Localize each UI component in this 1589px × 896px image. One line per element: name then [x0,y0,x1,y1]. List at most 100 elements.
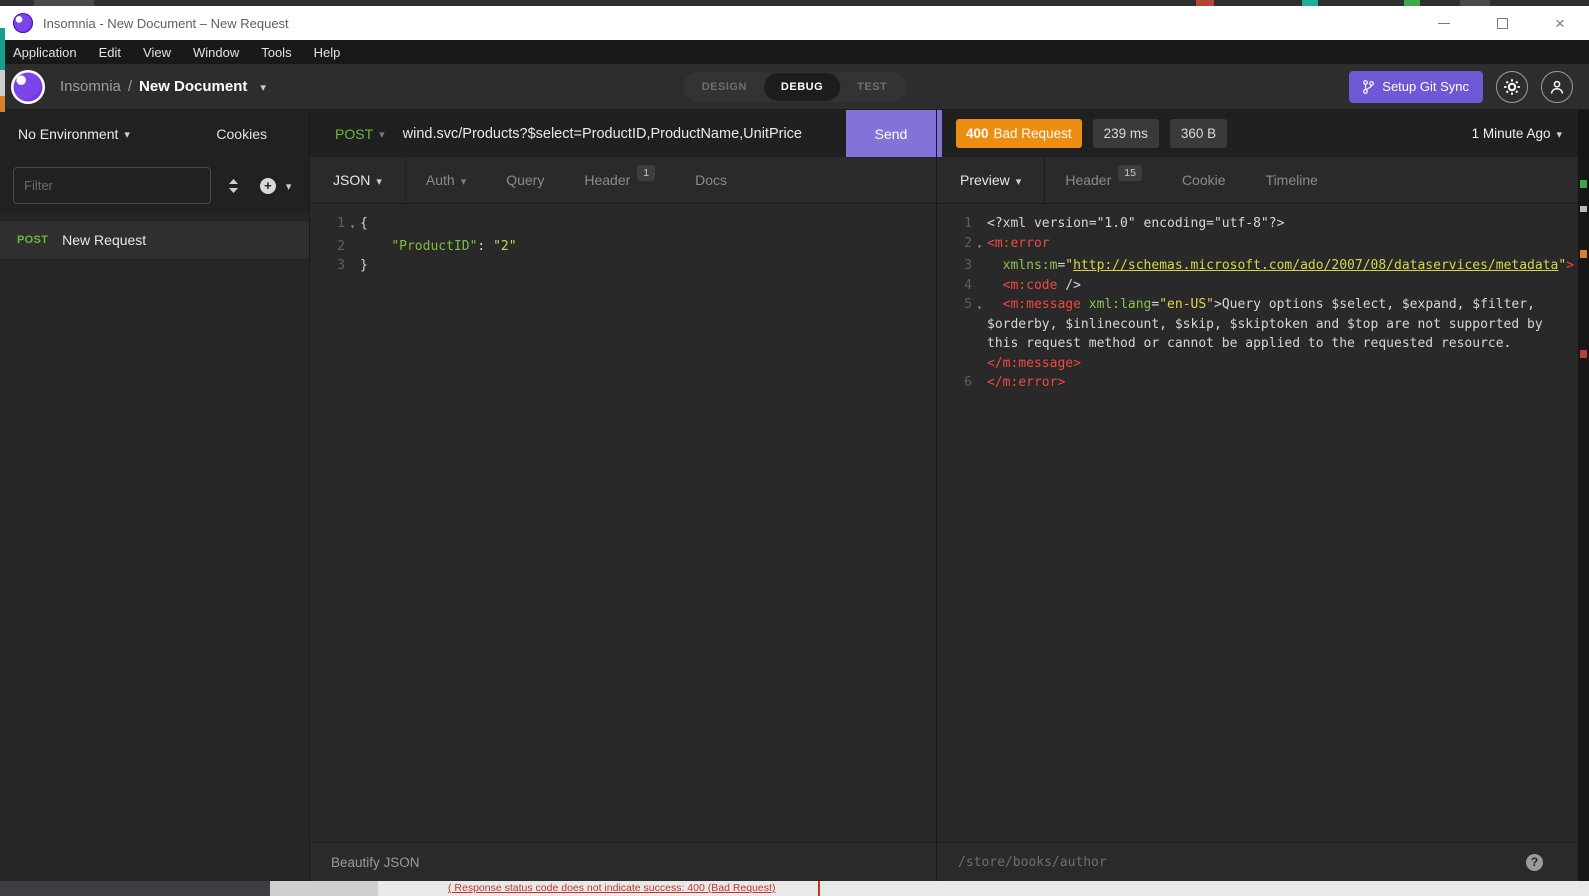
background-mark [1580,250,1587,258]
tab-label: Header [1065,172,1111,188]
background-left-sliver [0,96,5,112]
menu-tools[interactable]: Tools [250,40,302,64]
background-right-strip [1578,110,1589,881]
sidebar-filter-row [0,157,309,214]
response-body-viewer[interactable]: 1<?xml version="1.0" encoding="utf-8"?>2… [937,205,1578,842]
tab-label: Cookie [1182,172,1226,188]
status-badge: 400 Bad Request [956,119,1082,148]
tab-auth[interactable]: Auth [406,157,486,203]
menu-application[interactable]: Application [2,40,88,64]
window-title: Insomnia - New Document – New Request [43,16,289,31]
background-mark [1580,350,1587,358]
maximize-button[interactable] [1473,6,1531,40]
request-list-item[interactable]: POST New Request [0,221,309,259]
sort-button[interactable] [223,179,243,193]
menu-edit[interactable]: Edit [88,40,132,64]
chevron-down-icon [1556,126,1562,141]
minimize-button[interactable] [1415,6,1473,40]
pane-divider-accent[interactable] [937,110,942,157]
sort-arrows-icon [228,179,239,193]
background-left-sliver [0,70,5,96]
plus-circle-icon [260,178,276,194]
help-icon[interactable] [1526,854,1543,871]
response-time-badge: 239 ms [1093,119,1159,148]
tab-header[interactable]: Header 1 [564,157,675,203]
background-segment [270,881,378,896]
request-method-tag: POST [17,234,48,246]
app-header: Insomnia / New Document DESIGN DEBUG TES… [0,64,1589,110]
environment-row: No Environment Cookies [0,110,309,157]
request-tabs: JSON Auth Query Header 1 Docs [310,157,936,204]
titlebar: Insomnia - New Document – New Request × [0,6,1589,40]
maximize-icon [1497,18,1508,29]
tab-label: Header [584,172,630,188]
setup-git-sync-button[interactable]: Setup Git Sync [1349,71,1483,103]
tab-debug[interactable]: DEBUG [764,73,840,101]
response-pane-footer [937,842,1589,881]
menu-view[interactable]: View [132,40,182,64]
request-name: New Request [62,232,146,248]
request-pane: POST wind.svc/Products?$select=ProductID… [310,110,937,881]
menu-window[interactable]: Window [182,40,250,64]
request-pane-footer: Beautify JSON [310,842,936,881]
url-input[interactable]: wind.svc/Products?$select=ProductID,Prod… [403,126,840,142]
git-branch-icon [1363,80,1374,94]
response-size-badge: 360 B [1170,119,1227,148]
close-icon: × [1555,15,1565,32]
git-sync-label: Setup Git Sync [1382,79,1469,94]
menubar: Application Edit View Window Tools Help [0,40,1589,64]
response-tabs: Preview Header 15 Cookie Timeline [937,157,1589,204]
breadcrumb-brand[interactable]: Insomnia [60,78,121,95]
insomnia-logo-icon[interactable] [11,70,45,104]
status-code: 400 [966,126,989,141]
chevron-down-icon[interactable] [124,125,130,143]
chevron-down-icon [286,177,292,195]
tab-cookie[interactable]: Cookie [1162,157,1246,203]
header-actions: Setup Git Sync [1349,71,1573,103]
close-button[interactable]: × [1531,6,1589,40]
add-request-button[interactable] [255,177,296,195]
header-count-badge: 1 [637,165,655,181]
tab-label: Query [506,172,544,188]
account-button[interactable] [1541,71,1573,103]
breadcrumb: Insomnia / New Document [60,78,266,95]
tab-query[interactable]: Query [486,157,564,203]
tab-timeline[interactable]: Timeline [1246,157,1338,203]
chevron-down-icon[interactable] [260,78,266,95]
tab-label: JSON [333,172,370,188]
method-dropdown[interactable]: POST [335,126,373,142]
cookies-link[interactable]: Cookies [216,126,267,142]
window-controls: × [1415,6,1589,40]
environment-selector[interactable]: No Environment [18,126,118,142]
insomnia-logo-small-icon [13,13,33,33]
settings-button[interactable] [1496,71,1528,103]
breadcrumb-document-name[interactable]: New Document [139,78,247,95]
mode-tabs: DESIGN DEBUG TEST [683,72,907,102]
response-filter-input[interactable] [958,855,1526,870]
background-segment [0,881,270,896]
request-list: POST New Request [0,214,309,881]
beautify-json-button[interactable]: Beautify JSON [331,855,420,870]
chevron-down-icon[interactable] [379,125,385,143]
menu-help[interactable]: Help [303,40,352,64]
tab-response-header[interactable]: Header 15 [1045,157,1162,203]
filter-input[interactable] [13,167,211,204]
request-body-editor[interactable]: 1▾{2 "ProductID": "2"3} [310,205,936,842]
status-reason: Bad Request [994,126,1072,141]
send-button[interactable]: Send [846,110,936,157]
response-pane: 400 Bad Request 239 ms 360 B 1 Minute Ago… [937,110,1589,881]
tab-docs[interactable]: Docs [675,157,747,203]
background-error-text: ( Response status code does not indicate… [448,882,775,894]
minimize-icon [1438,23,1450,24]
background-divider [818,881,820,896]
tab-label: Timeline [1266,172,1318,188]
tab-design[interactable]: DESIGN [685,73,764,101]
insomnia-window: Insomnia - New Document – New Request × … [0,0,1589,896]
tab-preview[interactable]: Preview [937,157,1045,203]
response-status-bar: 400 Bad Request 239 ms 360 B 1 Minute Ago [937,110,1589,157]
tab-test[interactable]: TEST [840,73,904,101]
tab-body-type[interactable]: JSON [310,157,406,203]
response-history-dropdown[interactable]: 1 Minute Ago [1472,126,1562,141]
chevron-down-icon [376,172,382,188]
chevron-down-icon [461,172,467,188]
